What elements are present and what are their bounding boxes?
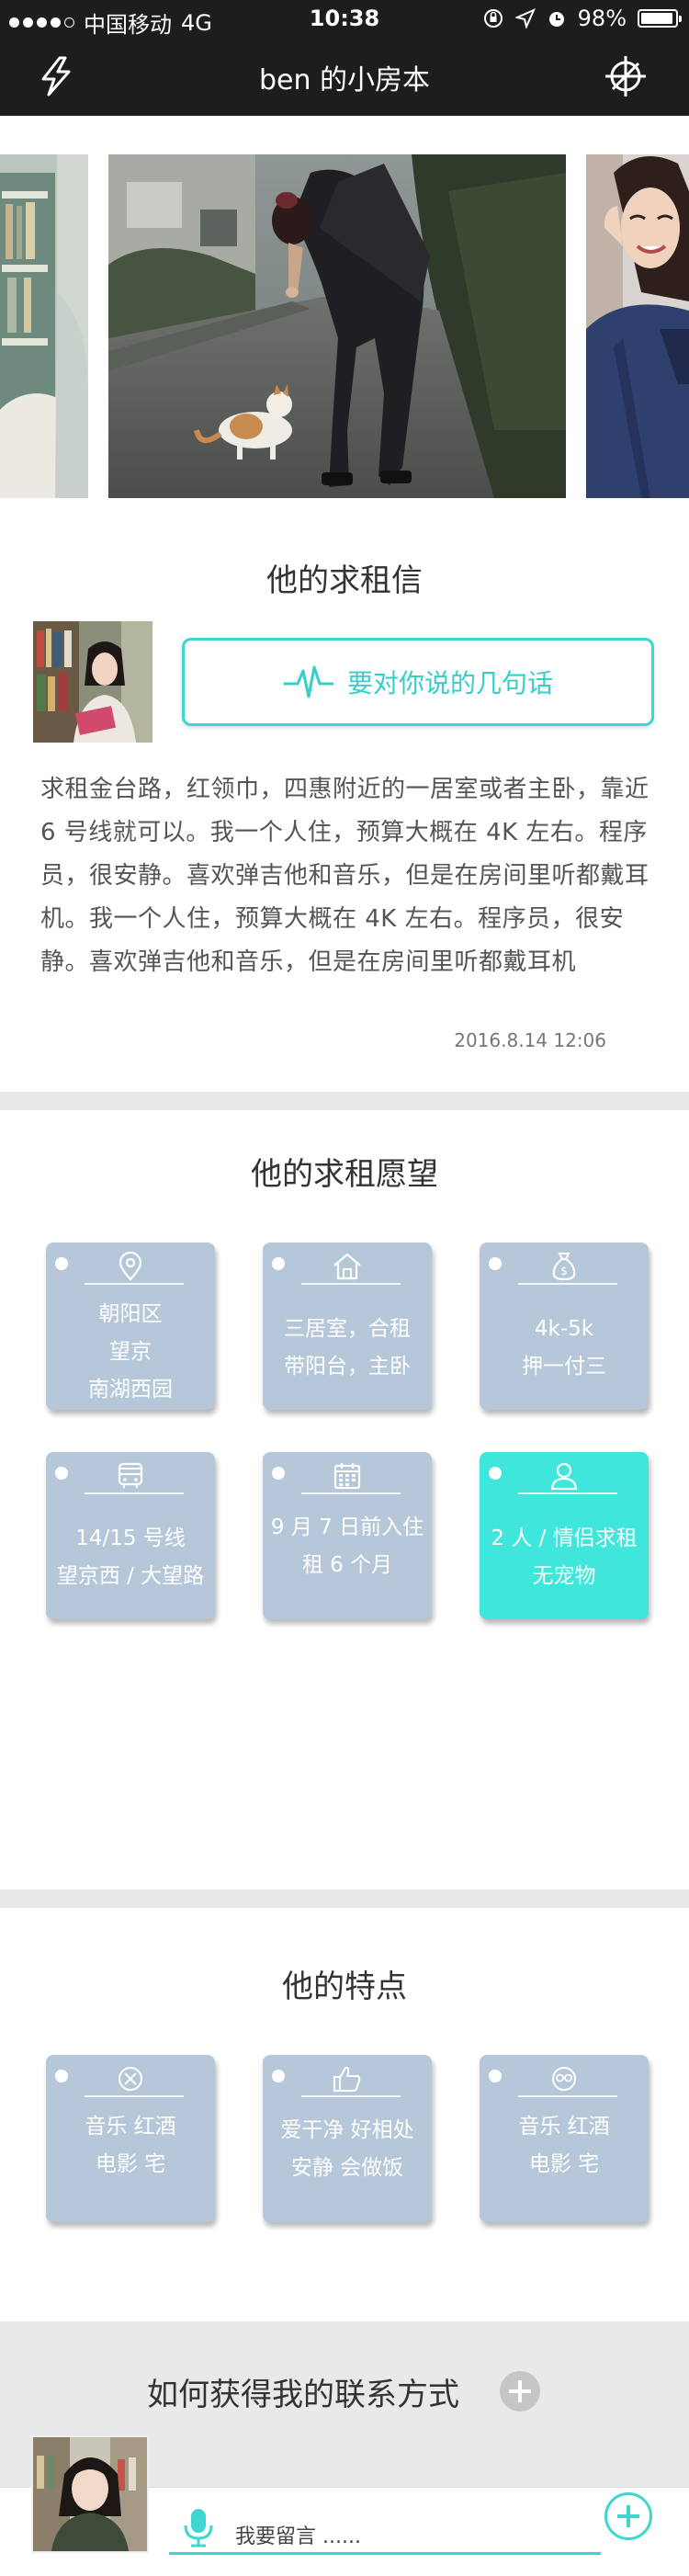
trait-card-3[interactable]: 音乐 红酒 电影 宅 (480, 2055, 649, 2222)
trait-card-text: 爱干净 好相处 安静 会做饭 (268, 2112, 426, 2187)
card-rule (518, 1492, 617, 1494)
wish-card-line: 4k-5k (534, 1317, 594, 1341)
glasses-face-icon (552, 2067, 576, 2091)
card-rule (301, 1283, 401, 1285)
wish-card-text: 2 人 / 情侣求租 无宠物 (485, 1520, 643, 1595)
wish-card-line: 望京 (109, 1340, 152, 1364)
photo-carousel[interactable] (0, 116, 689, 511)
card-rule (85, 1283, 184, 1285)
svg-text:$: $ (560, 1265, 568, 1277)
wish-card-text: 4k-5k 押一付三 (485, 1311, 643, 1386)
trait-card-line: 音乐 红酒 (518, 2115, 610, 2139)
crosshair-icon (605, 56, 646, 96)
girl-with-cat-photo (108, 154, 566, 498)
card-rule (85, 1492, 184, 1494)
user-avatar[interactable] (31, 2435, 149, 2553)
wish-card-location[interactable]: 朝阳区 望京 南湖西园 (46, 1243, 215, 1410)
wishes-section-title: 他的求租愿望 (251, 1156, 438, 1193)
wish-card-line: 望京西 / 大望路 (56, 1564, 205, 1588)
letter-date: 2016.8.14 12:06 (454, 1029, 606, 1051)
heartbeat-icon (283, 665, 334, 698)
trait-card-line: 电影 宅 (95, 2152, 166, 2176)
navigation-bar: ben 的小房本 (0, 37, 689, 116)
section-divider (0, 1889, 689, 1908)
wish-card-line: 租 6 个月 (301, 1553, 393, 1577)
trait-card-1[interactable]: 音乐 红酒 电影 宅 (46, 2055, 215, 2222)
wish-card-line: 14/15 号线 (75, 1526, 186, 1550)
say-button-label: 要对你说的几句话 (346, 668, 553, 698)
trait-card-2[interactable]: 爱干净 好相处 安静 会做饭 (263, 2055, 432, 2222)
trait-card-line: 安静 会做饭 (290, 2156, 404, 2180)
thumbs-up-icon (333, 2066, 361, 2092)
smiling-girl-photo (586, 154, 689, 498)
card-rule (518, 2095, 617, 2097)
wish-card-line: 带阳台，主卧 (284, 1355, 411, 1379)
traits-section-title: 他的特点 (282, 1969, 407, 2005)
wish-card-line: 9 月 7 日前入住 (270, 1515, 424, 1539)
wish-card-room[interactable]: 三居室，合租 带阳台，主卧 (263, 1243, 432, 1410)
letter-section-title: 他的求租信 (266, 562, 423, 599)
section-divider (0, 1092, 689, 1110)
house-icon (333, 1253, 361, 1280)
status-bar: 中国移动 4G 10:38 98% (0, 0, 689, 38)
card-rule (301, 2095, 401, 2097)
wish-card-line: 南湖西园 (88, 1378, 173, 1401)
wish-card-text: 14/15 号线 望京西 / 大望路 (51, 1520, 209, 1595)
letter-body: 求租金台路，红领巾，四惠附近的一居室或者主卧，靠近 6 号线就可以。我一个人住，… (40, 776, 649, 976)
bus-icon (118, 1462, 143, 1488)
contact-title: 如何获得我的联系方式 (147, 2377, 459, 2413)
wish-card-line: 2 人 / 情侣求租 (491, 1526, 638, 1550)
card-rule (518, 1283, 617, 1285)
user-avatar-photo (33, 2437, 147, 2551)
wish-card-line: 三居室，合租 (284, 1317, 411, 1341)
wish-card-transit[interactable]: 14/15 号线 望京西 / 大望路 (46, 1452, 215, 1619)
battery-percentage: 98% (577, 6, 627, 31)
wish-card-line: 无宠物 (532, 1564, 596, 1588)
wish-card-occupants[interactable]: 2 人 / 情侣求租 无宠物 (480, 1452, 649, 1619)
wish-card-text: 9 月 7 日前入住 租 6 个月 (268, 1509, 426, 1584)
trait-card-text: 音乐 红酒 电影 宅 (51, 2108, 209, 2184)
say-a-few-words-button[interactable]: 要对你说的几句话 (182, 638, 654, 726)
wish-card-move-in[interactable]: 9 月 7 日前入住 租 6 个月 (263, 1452, 432, 1619)
trait-card-line: 电影 宅 (528, 2152, 600, 2176)
add-button[interactable] (604, 2492, 652, 2540)
page-title: ben 的小房本 (258, 64, 431, 96)
battery-icon (638, 9, 682, 28)
no-smoking-icon (119, 2067, 142, 2091)
wish-card-text: 朝阳区 望京 南湖西园 (51, 1296, 209, 1409)
page: 中国移动 4G 10:38 98% ben 的小房本 他的求租信 要对你说的几句… (0, 0, 689, 2576)
location-arrow-icon (514, 8, 536, 28)
wish-card-line: 押一付三 (522, 1355, 606, 1379)
carousel-photo-next[interactable] (586, 154, 689, 498)
wish-card-text: 三居室，合租 带阳台，主卧 (268, 1311, 426, 1386)
bookshelf-photo (0, 154, 88, 498)
wish-card-line: 朝阳区 (98, 1302, 163, 1326)
rotation-lock-icon (483, 9, 503, 28)
wish-card-budget[interactable]: $ 4k-5k 押一付三 (480, 1243, 649, 1410)
person-icon (550, 1462, 578, 1491)
carousel-photo-prev[interactable] (0, 154, 88, 498)
message-input[interactable]: 我要留言 ...... (169, 2500, 601, 2555)
avatar-reading-photo (33, 621, 152, 743)
alarm-clock-icon (548, 12, 564, 27)
microphone-icon[interactable] (180, 2507, 217, 2548)
crosshair-button[interactable] (601, 51, 650, 101)
trait-card-text: 音乐 红酒 电影 宅 (485, 2108, 643, 2184)
money-bag-icon: $ (552, 1253, 576, 1281)
trait-card-line: 音乐 红酒 (85, 2115, 176, 2139)
expand-contact-button[interactable] (500, 2371, 540, 2411)
trait-card-line: 爱干净 好相处 (280, 2118, 414, 2142)
message-placeholder: 我要留言 ...... (235, 2525, 361, 2548)
card-rule (85, 2095, 184, 2097)
avatar[interactable] (33, 621, 152, 743)
card-rule (301, 1492, 401, 1494)
location-pin-icon (119, 1252, 142, 1281)
calendar-icon (333, 1463, 361, 1490)
carousel-photo-current[interactable] (108, 154, 566, 498)
